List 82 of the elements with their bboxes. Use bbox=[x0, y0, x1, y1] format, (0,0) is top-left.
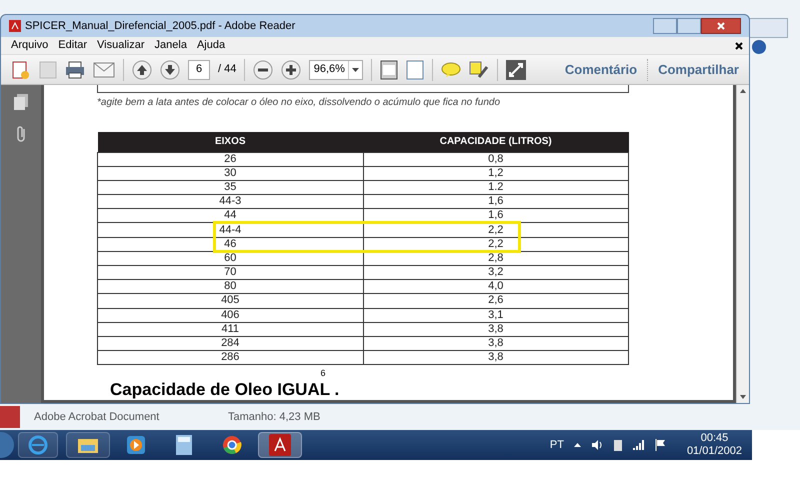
table-cell: 406 bbox=[98, 308, 363, 322]
fit-page-icon[interactable] bbox=[380, 60, 398, 80]
signal-icon[interactable] bbox=[632, 440, 645, 450]
language-indicator[interactable]: PT bbox=[550, 436, 564, 454]
menu-item[interactable]: Janela bbox=[154, 37, 187, 54]
page-count: / 44 bbox=[218, 62, 236, 78]
table-cell: 0,8 bbox=[363, 152, 628, 166]
scroll-up-icon[interactable] bbox=[740, 89, 746, 93]
table-cell: 1.2 bbox=[363, 180, 628, 195]
table-cell: 2,6 bbox=[363, 294, 628, 308]
print-icon[interactable] bbox=[65, 60, 85, 78]
menu-item[interactable]: Visualizar bbox=[97, 37, 145, 54]
table-cell: 4,0 bbox=[363, 280, 628, 294]
page-number-field[interactable]: 6 bbox=[188, 60, 210, 80]
envelope-icon[interactable] bbox=[93, 62, 115, 78]
pane-tab[interactable]: Comentário bbox=[564, 60, 638, 80]
up-caret-icon[interactable] bbox=[574, 443, 581, 447]
flag-icon[interactable] bbox=[654, 439, 667, 451]
menu-item[interactable]: Arquivo bbox=[11, 37, 48, 54]
expand-arrows-icon[interactable] bbox=[506, 60, 526, 80]
zoom-out-icon[interactable] bbox=[253, 60, 274, 80]
file-icon bbox=[0, 406, 20, 428]
clock[interactable]: 00:45 01/01/2002 bbox=[686, 432, 742, 458]
note-text: *agite bem a lata antes de colocar o óleo no eixo, dissolvendo o acúmulo que fica no fundo bbox=[97, 96, 502, 110]
highlighter-icon[interactable] bbox=[469, 60, 490, 78]
table-cell: 286 bbox=[98, 350, 363, 365]
round-logo-icon bbox=[222, 435, 242, 455]
scroll-down-icon[interactable] bbox=[740, 395, 746, 399]
table-cell: 3,1 bbox=[363, 308, 628, 322]
close-icon[interactable] bbox=[735, 42, 743, 50]
speech-bubble-icon[interactable] bbox=[441, 62, 462, 78]
folder-taskbar-button[interactable] bbox=[66, 432, 110, 458]
folder-icon bbox=[77, 436, 99, 454]
table-cell: 44-3 bbox=[98, 194, 363, 209]
file-type: Adobe Acrobat Document bbox=[34, 410, 160, 425]
table-cell: 3,8 bbox=[363, 322, 628, 336]
zoom-in-icon[interactable] bbox=[281, 60, 302, 80]
table-cell: 3,8 bbox=[363, 350, 628, 365]
start-button[interactable] bbox=[0, 432, 14, 458]
table-cell: 411 bbox=[98, 322, 363, 336]
column-header: CAPACIDADE (LITROS) bbox=[363, 132, 628, 152]
pdf-icon bbox=[9, 20, 21, 32]
menu-item[interactable]: Ajuda bbox=[196, 37, 226, 54]
scrollbar[interactable] bbox=[736, 85, 749, 403]
window-title: SPICER_Manual_Direfencial_2005.pdf - Adobe Reader bbox=[25, 18, 296, 34]
table-cell: 1,2 bbox=[363, 166, 628, 180]
browser-taskbar-button[interactable] bbox=[18, 432, 58, 458]
create-pdf-icon[interactable] bbox=[11, 60, 31, 80]
calculator-icon bbox=[176, 435, 192, 455]
play-icon bbox=[127, 436, 145, 454]
menu-item[interactable]: Editar bbox=[58, 37, 88, 54]
caption-text: Capacidade de Oleo IGUAL . bbox=[110, 380, 340, 399]
table-cell: 30 bbox=[98, 166, 363, 180]
battery-icon[interactable] bbox=[612, 438, 623, 452]
table-cell: 70 bbox=[98, 266, 363, 280]
close-button[interactable] bbox=[701, 18, 741, 34]
column-header: EIXOS bbox=[98, 132, 363, 152]
table-cell: 284 bbox=[98, 336, 363, 351]
close-icon bbox=[717, 22, 725, 30]
pane-tab[interactable]: Compartilhar bbox=[658, 60, 739, 80]
speaker-icon[interactable] bbox=[590, 439, 603, 451]
table-cell: 2,2 bbox=[363, 222, 628, 238]
table-cell: 35 bbox=[98, 180, 363, 195]
reader-taskbar-button[interactable] bbox=[258, 432, 302, 458]
table-cell: 80 bbox=[98, 280, 363, 294]
table-cell: 60 bbox=[98, 251, 363, 266]
file-size: Tamanho: 4,23 MB bbox=[228, 410, 320, 425]
table-cell: 2,8 bbox=[363, 251, 628, 266]
search-box[interactable] bbox=[748, 18, 788, 38]
table-cell: 1,6 bbox=[363, 194, 628, 209]
help-icon[interactable] bbox=[752, 40, 766, 54]
zoom-dropdown[interactable]: 96,6% bbox=[309, 60, 364, 80]
caret-icon bbox=[352, 68, 360, 72]
page-number: 6 bbox=[319, 367, 326, 380]
table-cell: 44 bbox=[98, 208, 363, 223]
table-cell: 26 bbox=[98, 152, 363, 166]
pdf-icon bbox=[269, 434, 291, 456]
pages-icon[interactable] bbox=[13, 93, 29, 111]
table-cell: 405 bbox=[98, 294, 363, 308]
fit-width-icon[interactable] bbox=[406, 60, 424, 80]
table-cell: 3,2 bbox=[363, 266, 628, 280]
table-cell: 3,8 bbox=[363, 336, 628, 351]
